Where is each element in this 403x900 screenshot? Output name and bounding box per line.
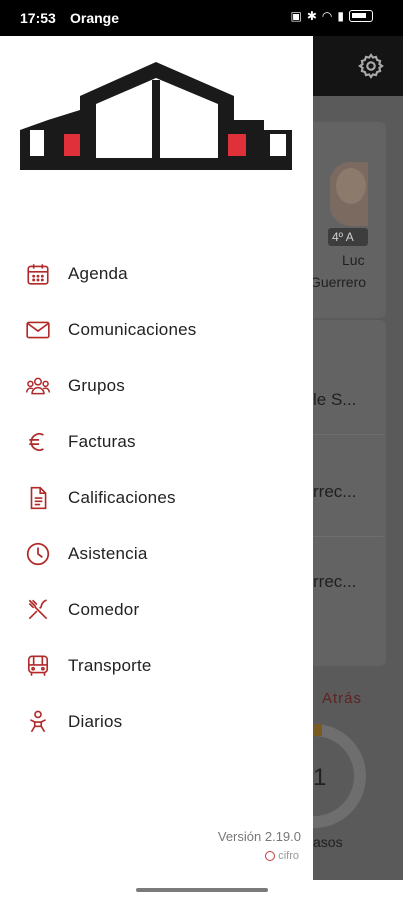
menu-label: Diarios <box>68 712 123 731</box>
gesture-bar[interactable] <box>136 888 268 892</box>
app-version: Versión 2.19.0 <box>217 829 301 844</box>
nfc-icon: ▣ <box>290 9 302 23</box>
menu-item-asistencia[interactable]: Asistencia <box>0 526 313 582</box>
status-carrier: Orange <box>70 10 120 26</box>
menu-item-transporte[interactable]: Transporte <box>0 638 313 694</box>
menu-item-calificaciones[interactable]: Calificaciones <box>0 470 313 526</box>
menu-label: Comedor <box>68 600 140 619</box>
clock-icon <box>24 540 52 568</box>
euro-icon <box>24 428 52 456</box>
mail-icon <box>24 316 52 344</box>
menu-label: Facturas <box>68 432 136 451</box>
battery-icon <box>349 10 373 22</box>
baby-icon <box>24 708 52 736</box>
menu-item-comunicaciones[interactable]: Comunicaciones <box>0 302 313 358</box>
status-time: 17:53 <box>20 10 56 26</box>
avatar <box>330 162 368 226</box>
school-logo <box>20 62 292 170</box>
background-row-3: rrec... <box>313 572 357 591</box>
progress-label: asos <box>313 834 343 850</box>
student-first-name: Luc <box>342 252 365 268</box>
background-row-1: le S... <box>313 390 357 409</box>
divider <box>313 536 383 537</box>
menu-label: Calificaciones <box>68 488 176 507</box>
brand-mark: cifro <box>265 850 299 862</box>
navigation-drawer: Agenda Comunicaciones Grupos Facturas Ca… <box>0 36 313 880</box>
grade-badge: 4º A <box>328 228 368 246</box>
status-icons: ▣ ✱ ◠ ▮ <box>290 9 373 23</box>
bluetooth-icon: ✱ <box>306 9 317 23</box>
brand-name: cifro <box>278 850 299 862</box>
student-last-name: Guerrero <box>310 274 367 290</box>
menu-item-facturas[interactable]: Facturas <box>0 414 313 470</box>
background-row-2: rrec... <box>313 482 357 501</box>
menu-label: Agenda <box>68 264 128 283</box>
menu-item-grupos[interactable]: Grupos <box>0 358 313 414</box>
menu-item-agenda[interactable]: Agenda <box>0 246 313 302</box>
bus-icon <box>24 652 52 680</box>
document-icon <box>24 484 52 512</box>
menu-label: Grupos <box>68 376 125 395</box>
menu-label: Comunicaciones <box>68 320 197 339</box>
divider <box>313 434 383 435</box>
progress-ring-accent <box>312 724 322 736</box>
progress-value: 1 <box>313 764 327 791</box>
drawer-menu: Agenda Comunicaciones Grupos Facturas Ca… <box>0 246 313 750</box>
menu-item-comedor[interactable]: Comedor <box>0 582 313 638</box>
menu-label: Asistencia <box>68 544 148 563</box>
calendar-icon <box>24 260 52 288</box>
signal-icon: ▮ <box>337 9 344 23</box>
gear-icon[interactable] <box>357 52 385 80</box>
status-bar: 17:53 Orange ▣ ✱ ◠ ▮ <box>0 0 403 36</box>
menu-label: Transporte <box>68 656 152 675</box>
brand-logo-icon <box>265 851 276 861</box>
utensils-icon <box>24 596 52 624</box>
menu-item-diarios[interactable]: Diarios <box>0 694 313 750</box>
back-link[interactable]: Atrás <box>322 690 362 707</box>
group-icon <box>24 372 52 400</box>
wifi-icon: ◠ <box>321 9 333 23</box>
